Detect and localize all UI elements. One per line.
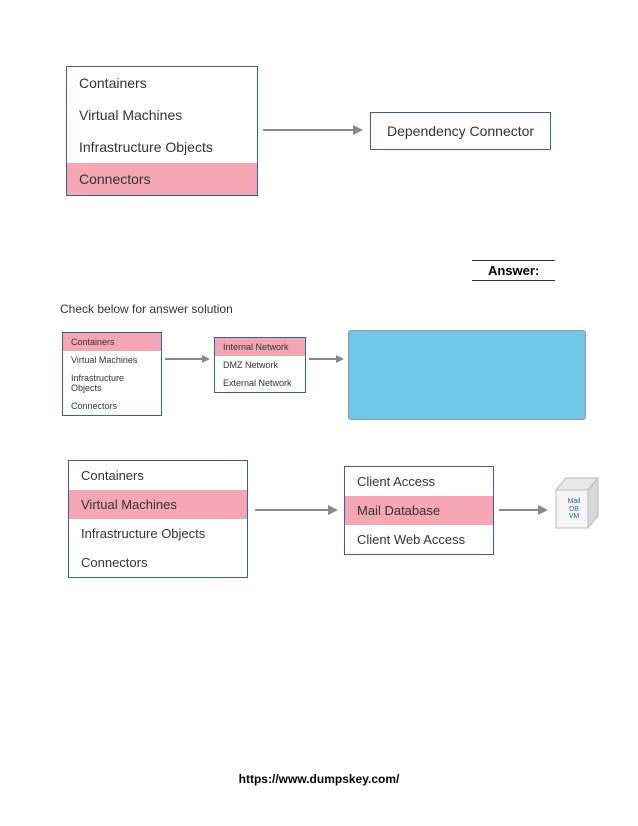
list-item: Connectors [67, 163, 257, 195]
list-item: Connectors [69, 548, 247, 577]
arrow-icon [306, 352, 346, 366]
list-item-small: DMZ Network [215, 356, 305, 374]
list-item-small: External Network [215, 374, 305, 392]
list-item-small: Infrastructure Objects [63, 369, 161, 397]
list-item: Infrastructure Objects [69, 519, 247, 548]
answer-label: Answer: [472, 260, 555, 281]
list-item: Client Web Access [345, 525, 493, 554]
cube-icon: MailDBVM [552, 474, 602, 524]
instruction-text: Check below for answer solution [60, 302, 233, 316]
list-item: Containers [69, 461, 247, 490]
arrow-icon [494, 500, 552, 520]
list-box-3a: Containers Virtual Machines Infrastructu… [68, 460, 248, 578]
list-item: Containers [67, 67, 257, 99]
list-item-small: Containers [63, 333, 161, 351]
list-box-2a: Containers Virtual Machines Infrastructu… [62, 332, 162, 416]
target-label: Dependency Connector [387, 123, 534, 139]
arrow-icon [162, 352, 212, 366]
footer-link: https://www.dumpskey.com/ [0, 772, 638, 786]
list-item: Infrastructure Objects [67, 131, 257, 163]
arrow-icon [250, 500, 342, 520]
list-item: Mail Database [345, 496, 493, 525]
list-item: Virtual Machines [67, 99, 257, 131]
list-item: Virtual Machines [69, 490, 247, 519]
target-box: Dependency Connector [370, 112, 551, 150]
list-item: Client Access [345, 467, 493, 496]
cube-label: MailDBVM [562, 498, 586, 521]
list-item-small: Internal Network [215, 338, 305, 356]
arrow-icon [258, 120, 368, 140]
list-item-small: Virtual Machines [63, 351, 161, 369]
list-box-2b: Internal Network DMZ Network External Ne… [214, 337, 306, 393]
list-box-1: Containers Virtual Machines Infrastructu… [66, 66, 258, 196]
blue-target-box [348, 330, 586, 420]
list-item-small: Connectors [63, 397, 161, 415]
list-box-3b: Client Access Mail Database Client Web A… [344, 466, 494, 555]
